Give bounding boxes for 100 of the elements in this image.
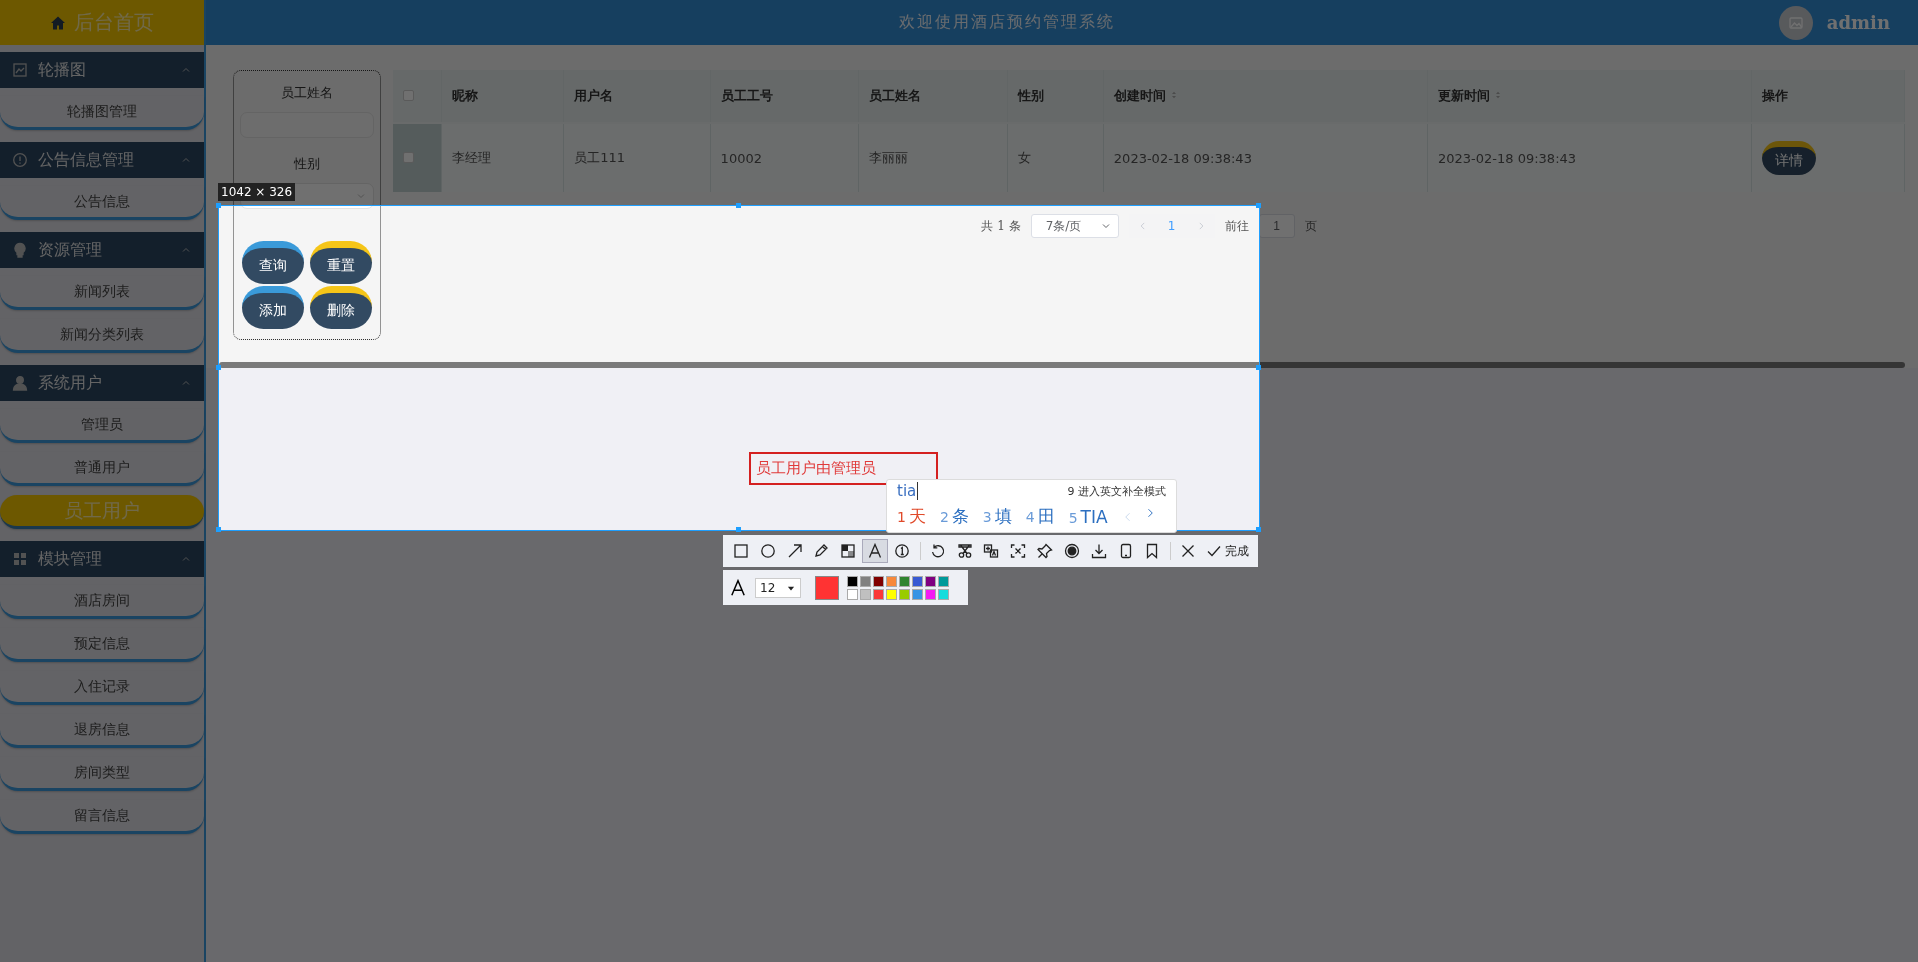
image-icon [1787,14,1804,31]
ime-candidate[interactable]: 4 田 [1025,505,1055,528]
menu-item[interactable]: 酒店房间 [0,585,204,619]
download-icon [1090,543,1107,559]
close-icon [1180,543,1197,559]
table-cell: 女 [1018,150,1032,165]
rectangle-icon [732,543,749,559]
menu-item[interactable]: 新闻分类列表 [0,319,204,353]
table-cell: 员工111 [574,150,626,165]
user-icon [12,375,28,391]
color-swatch[interactable] [912,575,923,587]
goto-page-input[interactable]: 1 [1258,214,1295,238]
menu-item[interactable]: 普通用户 [0,452,204,486]
scrollbar[interactable] [219,362,1905,368]
color-swatch[interactable] [886,588,897,600]
menu-item[interactable]: 公告信息 [0,186,204,220]
column-header: 操作 [1762,88,1789,103]
color-swatch[interactable] [899,575,910,587]
color-swatch[interactable] [847,588,858,600]
field-label: 员工姓名 [281,84,333,102]
color-swatch[interactable] [886,575,897,587]
sort-icon [1494,89,1502,101]
action-button[interactable]: 查询 [242,241,304,284]
table-cell: 2023-02-18 09:38:43 [1438,150,1577,166]
ime-candidate[interactable]: 3 填 [982,505,1012,528]
undo-icon [929,543,946,559]
font-size-icon [729,578,747,597]
grid-icon [12,551,28,567]
tool-button[interactable] [862,539,888,563]
menu-group-title: 模块管理 [38,548,103,570]
color-swatch[interactable] [860,575,871,587]
action-button[interactable]: 添加 [242,286,304,329]
menu-group-header[interactable]: 公告信息管理 [0,142,204,178]
resize-handle[interactable] [216,527,221,532]
table-cell: 2023-02-18 09:38:43 [1113,150,1252,166]
color-swatch[interactable] [873,575,884,587]
menu-group-title: 公告信息管理 [38,149,135,171]
pencil-icon [813,543,830,559]
circle-icon [759,543,776,559]
menu-item[interactable]: 入住记录 [0,671,204,705]
menu-item[interactable]: 管理员 [0,409,204,443]
ime-candidate[interactable]: 5 TIA [1068,506,1108,527]
bulb-icon [12,242,28,258]
ime-candidate[interactable]: 2 条 [939,505,969,528]
ime-candidate[interactable]: 1 天 [897,505,926,528]
resize-handle[interactable] [1256,203,1261,208]
column-header: 员工姓名 [869,88,922,103]
menu-group-header[interactable]: 系统用户 [0,365,204,401]
font-size-select[interactable]: 12 [755,577,801,598]
text-tool-icon [867,543,884,559]
color-swatch[interactable] [938,575,949,587]
column-header: 更新时间 [1438,88,1490,103]
resize-handle[interactable] [216,365,221,370]
color-swatch[interactable] [873,588,884,600]
menu-item[interactable]: 新闻列表 [0,276,204,310]
translate-icon [983,543,1000,559]
menu-group-header[interactable]: 轮播图 [0,52,204,88]
pin-icon [1037,543,1053,559]
menu-item[interactable]: 预定信息 [0,628,204,662]
table-cell: 李丽丽 [869,150,909,165]
color-swatch[interactable] [925,588,936,600]
resize-handle[interactable] [216,203,221,208]
record-icon [1063,543,1080,559]
home-icon [50,14,66,31]
menu-item[interactable]: 房间类型 [0,757,204,791]
menu-group-title: 资源管理 [38,239,103,261]
action-button[interactable]: 删除 [310,286,372,329]
sort-icon [1169,89,1178,101]
color-swatch[interactable] [912,588,923,600]
number-marker-icon [893,543,910,559]
action-button[interactable]: 重置 [310,241,372,284]
resize-handle[interactable] [736,203,741,208]
resize-handle[interactable] [736,527,741,532]
color-swatch[interactable] [899,588,910,600]
resize-handle[interactable] [1256,365,1261,370]
color-swatch[interactable] [860,588,871,600]
color-swatch[interactable] [925,575,936,587]
avatar[interactable] [1778,5,1813,40]
menu-group-header[interactable]: 模块管理 [0,541,204,577]
size-label: 1042 × 326 [218,183,296,201]
column-header: 创建时间 [1113,88,1166,103]
color-swatch[interactable] [938,588,949,600]
resize-handle[interactable] [1256,527,1261,532]
checkbox[interactable] [403,151,414,163]
details-button[interactable]: 详情 [1762,141,1817,175]
menu-item[interactable]: 留言信息 [0,800,204,834]
username[interactable]: admin [1826,12,1890,33]
column-header: 用户名 [574,88,614,103]
menu-group-header[interactable]: 资源管理 [0,232,204,268]
menu-item[interactable]: 轮播图管理 [0,96,204,130]
menu-item[interactable]: 退房信息 [0,714,204,748]
column-header: 员工工号 [720,88,773,103]
goto-label: 前往 [1224,217,1249,235]
page-size-select[interactable]: 7条/页 [1030,214,1119,238]
current-color-swatch[interactable] [815,575,839,600]
color-swatch[interactable] [847,575,858,587]
info-icon [12,152,28,168]
done-button[interactable]: 完成 [1202,542,1254,560]
ocr-icon [1010,543,1027,559]
menu-group-title: 轮播图 [38,59,87,81]
